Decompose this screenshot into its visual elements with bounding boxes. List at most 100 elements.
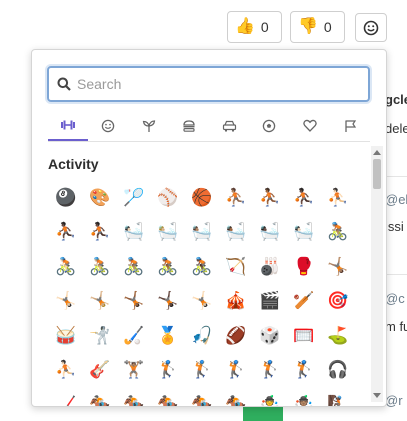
thumbs-up-reaction-button[interactable]: 👍 0 <box>227 11 282 43</box>
page: gcle dele @el issi @c m fu @r 👍 0 👎 0 <box>0 0 407 421</box>
emoji-cell[interactable]: ⛳ <box>321 318 355 352</box>
heart-icon <box>302 119 317 132</box>
background-text: @c <box>385 291 405 306</box>
partial-avatar <box>243 405 283 421</box>
tab-food[interactable] <box>169 110 209 141</box>
burger-icon <box>183 119 195 132</box>
emoji-cell[interactable]: ⚾ <box>151 180 185 214</box>
emoji-cell[interactable]: 🤹 <box>253 387 287 407</box>
thumbs-down-icon: 👎 <box>298 18 318 35</box>
emoji-cell[interactable]: 🏸 <box>117 180 151 214</box>
search-box[interactable] <box>47 66 370 102</box>
emoji-cell[interactable]: 🏑 <box>117 318 151 352</box>
emoji-cell[interactable]: 🛀🏻 <box>287 215 321 249</box>
emoji-cell[interactable]: 🏅 <box>151 318 185 352</box>
emoji-cell[interactable]: 🏈 <box>219 318 253 352</box>
search-icon <box>57 77 71 91</box>
emoji-cell[interactable]: 🏌🏿 <box>287 353 321 387</box>
tab-people[interactable] <box>88 110 128 141</box>
tab-travel[interactable] <box>209 110 249 141</box>
emoji-cell[interactable]: 🎨 <box>83 180 117 214</box>
thumbs-down-count: 0 <box>323 19 332 35</box>
divider <box>387 176 407 177</box>
emoji-cell[interactable]: 🏌🏻 <box>151 353 185 387</box>
emoji-cell[interactable]: 🏹 <box>219 249 253 283</box>
emoji-cell[interactable]: 🏀 <box>185 180 219 214</box>
emoji-grid: 🎱 🎨 🏸 ⚾ 🏀 ⛹🏽 ⛹🏾 ⛹🏿 ⛹🏻 ⛹🏿 ⛹🏿 🛀🏻 🛀🏼 🛀🏽 🛀🏾 🛀🏿 🛀🏻 🚴🏽 🚴🏻 🚴🏼 🚴🏽 🚴🏾 🚴… <box>49 180 355 407</box>
emoji-cell[interactable]: 🛀🏽 <box>185 215 219 249</box>
emoji-cell[interactable]: 🚴🏿 <box>185 249 219 283</box>
emoji-cell[interactable]: 🎣 <box>185 318 219 352</box>
emoji-cell[interactable]: 🧗🏿 <box>321 387 355 407</box>
emoji-cell[interactable]: 🏌🏾 <box>253 353 287 387</box>
car-icon <box>222 120 236 131</box>
sprout-icon <box>142 119 155 132</box>
background-text: m fu <box>385 319 407 334</box>
emoji-cell[interactable]: 🚴🏾 <box>151 249 185 283</box>
emoji-cell[interactable]: 🥅 <box>287 318 321 352</box>
emoji-cell[interactable]: 🏏 <box>287 284 321 318</box>
emoji-cell[interactable]: 🤸🏿 <box>151 284 185 318</box>
tab-flags[interactable] <box>330 110 370 141</box>
emoji-cell[interactable]: ⛹🏿 <box>49 215 83 249</box>
emoji-cell[interactable]: 🎯 <box>321 284 355 318</box>
thumbs-down-reaction-button[interactable]: 👎 0 <box>290 11 345 43</box>
tab-activity[interactable] <box>48 110 89 141</box>
tab-symbols[interactable] <box>290 110 330 141</box>
emoji-cell[interactable]: 🏇🏼 <box>117 387 151 407</box>
emoji-scroll-area[interactable]: Activity 🎱 🎨 🏸 ⚾ 🏀 ⛹🏽 ⛹🏾 ⛹🏿 ⛹🏻 ⛹🏿 ⛹🏿 🛀🏻 🛀🏼 🛀🏽 🛀🏾 🛀🏿 🛀🏻 🚴🏽… <box>32 143 368 407</box>
scrollbar[interactable] <box>371 146 383 402</box>
emoji-cell[interactable]: 🚴🏽 <box>321 215 355 249</box>
background-text: dele <box>385 121 407 136</box>
emoji-cell[interactable]: ⛹🏿 <box>83 215 117 249</box>
scroll-thumb[interactable] <box>373 159 381 189</box>
add-reaction-button[interactable] <box>355 13 387 42</box>
emoji-cell[interactable]: 🎳 <box>253 249 287 283</box>
background-text: issi <box>385 219 404 234</box>
emoji-cell[interactable]: 🚴🏽 <box>117 249 151 283</box>
background-text: gcle <box>385 92 407 107</box>
emoji-cell[interactable]: 🎲 <box>253 318 287 352</box>
emoji-cell[interactable]: 🥁 <box>49 318 83 352</box>
emoji-cell[interactable]: 🤸🏻 <box>49 284 83 318</box>
emoji-cell[interactable]: ⛹🏽 <box>219 180 253 214</box>
emoji-cell[interactable]: 🎸 <box>83 353 117 387</box>
emoji-cell[interactable]: 🎬 <box>253 284 287 318</box>
emoji-cell[interactable]: 🛀🏼 <box>151 215 185 249</box>
emoji-cell[interactable]: 🛀🏾 <box>219 215 253 249</box>
emoji-cell[interactable]: 🏇🏽 <box>151 387 185 407</box>
emoji-cell[interactable]: 🏇🏾 <box>185 387 219 407</box>
background-text: @r <box>385 393 403 408</box>
emoji-cell[interactable]: 🛀🏻 <box>117 215 151 249</box>
emoji-cell[interactable]: 🎧 <box>321 353 355 387</box>
emoji-cell[interactable]: ⛹🏾 <box>253 180 287 214</box>
emoji-cell[interactable]: 🥊 <box>287 249 321 283</box>
smiley-icon <box>363 20 379 35</box>
scroll-up-arrow-icon[interactable] <box>373 150 381 155</box>
emoji-cell[interactable]: 🤸🏻 <box>185 284 219 318</box>
emoji-cell[interactable]: 🚴🏻 <box>49 249 83 283</box>
emoji-cell[interactable]: ⛹🏻 <box>321 180 355 214</box>
emoji-cell[interactable]: 🏇🏿 <box>219 387 253 407</box>
background-text: @el <box>385 192 407 207</box>
emoji-cell[interactable]: 🤺 <box>83 318 117 352</box>
tab-nature[interactable] <box>129 110 169 141</box>
tab-sports[interactable] <box>249 110 289 141</box>
emoji-cell[interactable]: 🤸🏼 <box>83 284 117 318</box>
emoji-cell[interactable]: 🏇🏻 <box>83 387 117 407</box>
emoji-cell[interactable]: ⛹🏻 <box>49 353 83 387</box>
emoji-cell[interactable]: 🤹🏽 <box>287 387 321 407</box>
emoji-cell[interactable]: 🎱 <box>49 180 83 214</box>
emoji-cell[interactable]: 🏋🏽 <box>117 353 151 387</box>
emoji-cell[interactable]: 🤸🏽 <box>321 249 355 283</box>
emoji-cell[interactable]: 🚴🏼 <box>83 249 117 283</box>
emoji-cell[interactable]: 🤸🏾 <box>117 284 151 318</box>
emoji-cell[interactable]: ⛹🏿 <box>287 180 321 214</box>
search-input[interactable] <box>77 76 347 92</box>
emoji-cell[interactable]: 🛀🏿 <box>253 215 287 249</box>
emoji-cell[interactable]: 🏌🏼 <box>185 353 219 387</box>
emoji-cell[interactable]: 🏌🏽 <box>219 353 253 387</box>
emoji-cell[interactable]: 🏒 <box>49 387 83 407</box>
scroll-down-arrow-icon[interactable] <box>373 393 381 398</box>
emoji-cell[interactable]: 🎪 <box>219 284 253 318</box>
